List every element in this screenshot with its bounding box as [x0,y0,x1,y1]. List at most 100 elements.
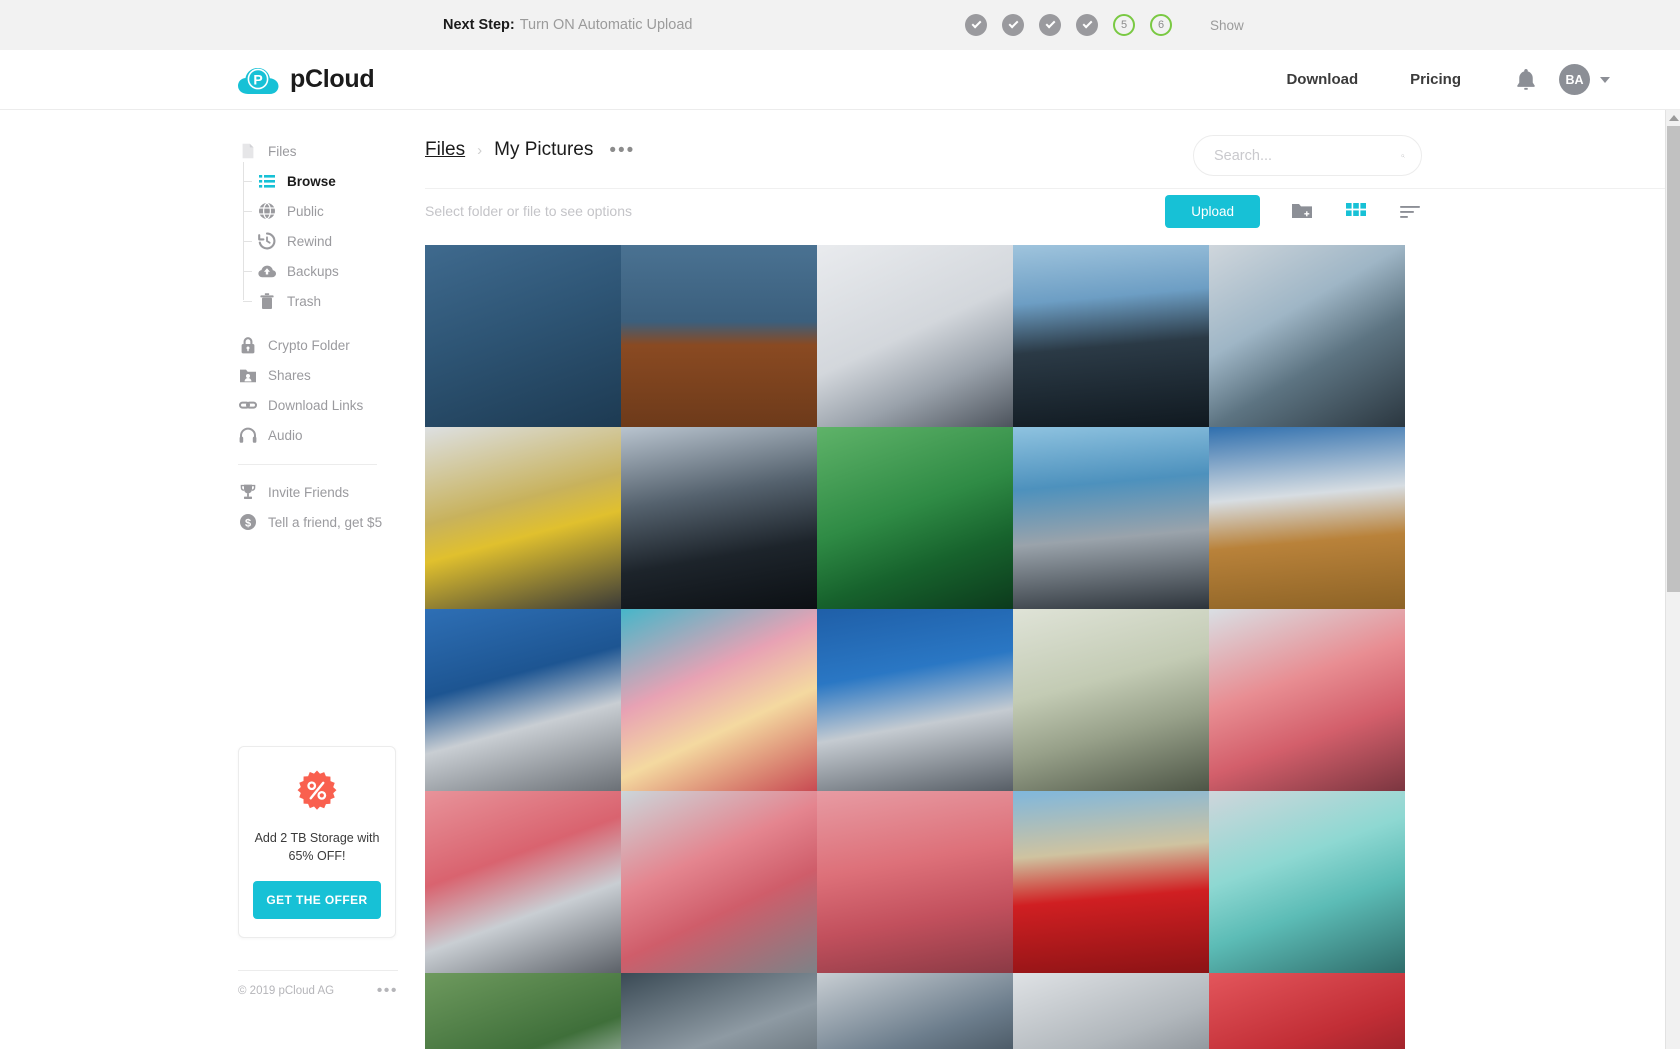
photo-row5-3[interactable] [817,973,1013,1049]
sidebar-item-backups[interactable]: Backups [243,256,425,286]
photo-red-wheel-emblem[interactable] [1013,791,1209,973]
cloud-upload-icon [257,261,277,281]
sidebar-divider [238,464,377,465]
svg-text:P: P [253,71,262,87]
onboarding-step-4[interactable] [1076,14,1098,36]
download-link[interactable]: Download [1260,71,1384,88]
sidebar-item-trash[interactable]: Trash [243,286,425,316]
sidebar-item-label: Rewind [287,233,333,249]
photo-white-sportscar[interactable] [817,245,1013,427]
onboarding-step-6[interactable]: 6 [1150,14,1172,36]
photo-thumbnail [1013,791,1209,973]
search-input[interactable] [1214,147,1401,164]
breadcrumb: Files › My Pictures ••• [425,128,1680,172]
promo-text: Add 2 TB Storage with 65% OFF! [254,831,380,864]
sort-icon[interactable] [1398,199,1422,223]
onboarding-steps: 56 [965,14,1172,36]
check-icon [1045,18,1055,29]
new-folder-icon[interactable] [1290,199,1314,223]
onboarding-step-5[interactable]: 5 [1113,14,1135,36]
sidebar-item-label: Invite Friends [268,484,350,500]
photo-thumbnail [1209,609,1405,791]
photo-row5-4[interactable] [1013,973,1209,1049]
photo-thumbnail [621,791,817,973]
sidebar-item-crypto-folder[interactable]: Crypto Folder [238,330,425,360]
upload-button[interactable]: Upload [1165,194,1260,228]
footer-ellipsis-icon[interactable]: ••• [377,983,398,999]
photo-cream-van-front[interactable] [1013,609,1209,791]
search-icon[interactable] [1401,146,1405,166]
photo-thumbnail [1013,609,1209,791]
sidebar-item-files[interactable]: Files [238,136,425,166]
photo-thumbnail [817,609,1013,791]
sidebar-item-label: Browse [287,173,336,189]
pcloud-logo[interactable]: P pCloud [238,64,375,96]
photo-thumbnail [425,427,621,609]
notification-bell-icon[interactable] [1511,65,1541,95]
search-box[interactable] [1193,135,1422,176]
site-header: P pCloud Download Pricing BA [0,50,1680,110]
trophy-icon [238,482,258,502]
onboarding-show-link[interactable]: Show [1210,18,1244,33]
avatar[interactable]: BA [1559,64,1590,95]
breadcrumb-root[interactable]: Files [425,139,465,161]
photo-thumbnail [817,973,1013,1049]
onboarding-step-2[interactable] [1002,14,1024,36]
sidebar-item-label: Audio [268,427,303,443]
scroll-up-arrow-icon[interactable] [1669,115,1679,121]
photo-blue-rusty-bonnet[interactable] [425,245,621,427]
photo-black-classic-front[interactable] [621,427,817,609]
check-icon [1082,18,1092,29]
photo-green-hood-ornament[interactable] [817,427,1013,609]
photo-pink-edsel-street[interactable] [621,791,817,973]
onboarding-step-3[interactable] [1039,14,1061,36]
chevron-down-icon[interactable] [1600,76,1610,83]
photo-grid [425,245,1405,1049]
breadcrumb-menu-icon[interactable]: ••• [609,141,635,160]
photo-turquoise-isetta[interactable] [1209,791,1405,973]
photo-blue-chrome-trim[interactable] [817,609,1013,791]
sidebar-item-rewind[interactable]: Rewind [243,226,425,256]
photo-pink-convertible[interactable] [1209,609,1405,791]
pricing-link[interactable]: Pricing [1384,71,1487,88]
header-nav: Download Pricing BA [1260,64,1610,95]
footer-divider [238,970,398,971]
sidebar-item-invite-friends[interactable]: Invite Friends [238,477,425,507]
sidebar-item-label: Public [287,203,324,219]
page-body: Files Browse Public Rewind Backups Trash… [0,110,1680,1049]
sidebar-item-download-links[interactable]: Download Links [238,390,425,420]
photo-pink-tailfin-powerflite[interactable] [817,791,1013,973]
grid-view-icon[interactable] [1344,199,1368,223]
photo-pink-plymouth-front[interactable] [425,791,621,973]
photo-chevrolet-tailfin[interactable] [1209,427,1405,609]
sidebar-item-public[interactable]: Public [243,196,425,226]
photo-diner-food-tray[interactable] [621,609,817,791]
photo-thumbnail [621,609,817,791]
photo-vintage-motorcycle[interactable] [1209,245,1405,427]
get-the-offer-button[interactable]: GET THE OFFER [253,881,381,920]
sidebar-item-files-label: Files [268,143,297,159]
photo-blue-chrome-grille[interactable] [1013,245,1209,427]
onboarding-step-1[interactable] [965,14,987,36]
percent-starburst-icon [297,770,337,810]
photo-row5-5[interactable] [1209,973,1405,1049]
photo-row5-1[interactable] [425,973,621,1049]
sidebar-item-shares[interactable]: Shares [238,360,425,390]
scrollbar-thumb[interactable] [1667,126,1680,592]
photo-thumbnail [621,973,817,1049]
photo-yellow-vintage-tourer[interactable] [425,427,621,609]
rewind-clock-icon [257,231,277,251]
photo-thumbnail [817,427,1013,609]
file-icon [238,141,258,161]
sidebar-item-tell-a-friend-get-5[interactable]: $ Tell a friend, get $5 [238,507,425,537]
photo-row5-2[interactable] [621,973,817,1049]
photo-blue-cadillac-bumper[interactable] [1013,427,1209,609]
headphones-icon [238,425,258,445]
photo-thumbnail [425,791,621,973]
photo-blue-whitewall-wheel[interactable] [425,609,621,791]
page-scrollbar[interactable] [1665,110,1680,1049]
photo-rusty-grille-eyes[interactable] [621,245,817,427]
sidebar: Files Browse Public Rewind Backups Trash… [0,110,425,1049]
sidebar-item-audio[interactable]: Audio [238,420,425,450]
sidebar-item-browse[interactable]: Browse [243,166,425,196]
